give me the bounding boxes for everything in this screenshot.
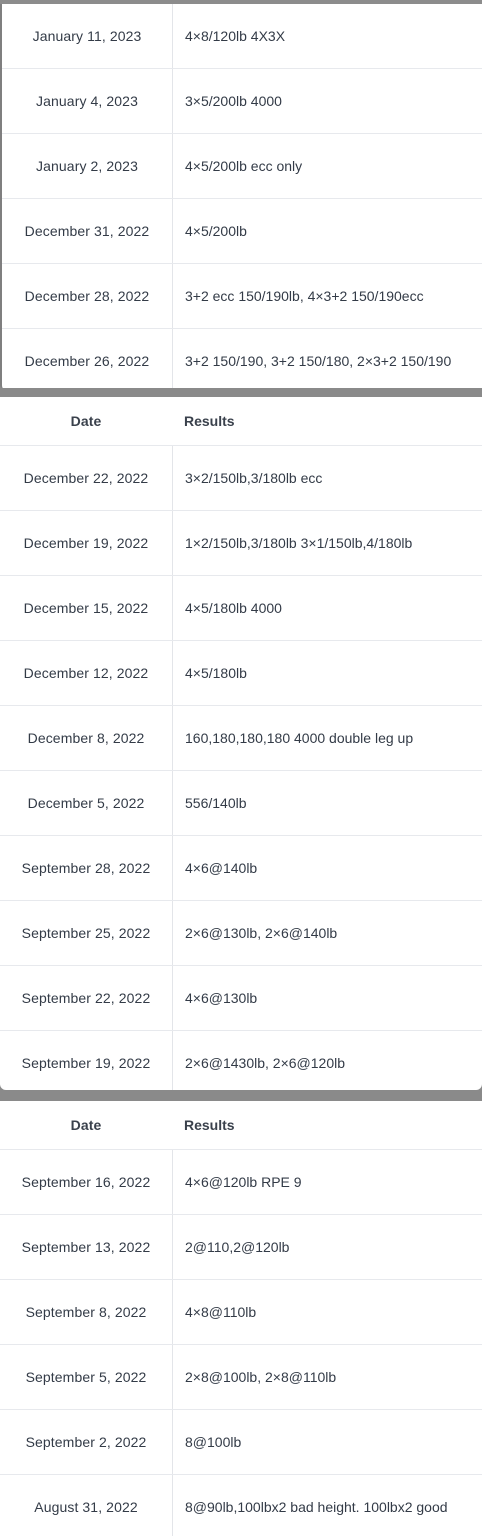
result-cell: 2×6@1430lb, 2×6@120lb (185, 1055, 345, 1071)
table-row: January 11, 2023 4×8/120lb 4X3X (2, 4, 482, 69)
table-header-row: Date Results (0, 397, 482, 446)
table-row: September 22, 2022 4×6@130lb (0, 966, 482, 1031)
date-cell: September 22, 2022 (0, 966, 173, 1030)
date-cell: December 19, 2022 (0, 511, 173, 575)
date-cell: December 15, 2022 (0, 576, 173, 640)
date-cell: December 31, 2022 (2, 199, 173, 263)
table-row: December 26, 2022 3+2 150/190, 3+2 150/1… (2, 329, 482, 388)
table-row: December 19, 2022 1×2/150lb,3/180lb 3×1/… (0, 511, 482, 576)
date-cell: December 12, 2022 (0, 641, 173, 705)
table-row: September 25, 2022 2×6@130lb, 2×6@140lb (0, 901, 482, 966)
result-cell: 4×8/120lb 4X3X (185, 28, 286, 44)
result-cell: 2×6@130lb, 2×6@140lb (185, 925, 338, 941)
results-column-header[interactable]: Results (172, 1101, 482, 1149)
table-header-row: Date Results (0, 1101, 482, 1150)
table-row: September 19, 2022 2×6@1430lb, 2×6@120lb (0, 1031, 482, 1090)
date-cell: September 25, 2022 (0, 901, 173, 965)
result-cell: 4×6@140lb (185, 860, 258, 876)
date-cell: January 2, 2023 (2, 134, 173, 198)
date-cell: September 13, 2022 (0, 1215, 173, 1279)
table-row: January 2, 2023 4×5/200lb ecc only (2, 134, 482, 199)
table-row: December 5, 2022 556/140lb (0, 771, 482, 836)
result-cell: 3+2 150/190, 3+2 150/180, 2×3+2 150/190 (185, 353, 452, 369)
date-cell: January 11, 2023 (2, 4, 173, 68)
result-cell: 8@100lb (185, 1434, 242, 1450)
table-row: September 28, 2022 4×6@140lb (0, 836, 482, 901)
results-table-2: Date Results December 22, 2022 3×2/150lb… (0, 397, 482, 1090)
table-row: September 5, 2022 2×8@100lb, 2×8@110lb (0, 1345, 482, 1410)
date-cell: August 31, 2022 (0, 1475, 173, 1536)
result-cell: 3×5/200lb 4000 (185, 93, 282, 109)
table-row: August 31, 2022 8@90lb,100lbx2 bad heigh… (0, 1475, 482, 1536)
table-row: December 22, 2022 3×2/150lb,3/180lb ecc (0, 446, 482, 511)
result-cell: 4×5/180lb 4000 (185, 600, 282, 616)
table-row: September 8, 2022 4×8@110lb (0, 1280, 482, 1345)
table-row: September 16, 2022 4×6@120lb RPE 9 (0, 1150, 482, 1215)
result-cell: 556/140lb (185, 795, 247, 811)
date-cell: September 2, 2022 (0, 1410, 173, 1474)
date-cell: December 5, 2022 (0, 771, 173, 835)
date-cell: September 16, 2022 (0, 1150, 173, 1214)
date-column-header[interactable]: Date (0, 1101, 172, 1149)
table-row: September 2, 2022 8@100lb (0, 1410, 482, 1475)
date-cell: December 26, 2022 (2, 329, 173, 388)
result-cell: 3+2 ecc 150/190lb, 4×3+2 150/190ecc (185, 288, 424, 304)
result-cell: 1×2/150lb,3/180lb 3×1/150lb,4/180lb (185, 535, 413, 551)
table-row: January 4, 2023 3×5/200lb 4000 (2, 69, 482, 134)
result-cell: 3×2/150lb,3/180lb ecc (185, 470, 323, 486)
table-row: September 13, 2022 2@110,2@120lb (0, 1215, 482, 1280)
results-table-3: Date Results September 16, 2022 4×6@120l… (0, 1101, 482, 1536)
date-cell: September 19, 2022 (0, 1031, 173, 1090)
date-cell: September 28, 2022 (0, 836, 173, 900)
result-cell: 4×8@110lb (185, 1304, 257, 1320)
result-cell: 2@110,2@120lb (185, 1239, 290, 1255)
table-row: December 28, 2022 3+2 ecc 150/190lb, 4×3… (2, 264, 482, 329)
result-cell: 4×6@120lb RPE 9 (185, 1174, 302, 1190)
date-cell: September 5, 2022 (0, 1345, 173, 1409)
result-cell: 4×6@130lb (185, 990, 258, 1006)
result-cell: 2×8@100lb, 2×8@110lb (185, 1369, 337, 1385)
date-column-header[interactable]: Date (0, 397, 172, 445)
result-cell: 8@90lb,100lbx2 bad height. 100lbx2 good (185, 1499, 448, 1515)
result-cell: 4×5/180lb (185, 665, 247, 681)
date-cell: December 8, 2022 (0, 706, 173, 770)
results-table-1: January 11, 2023 4×8/120lb 4X3X January … (0, 4, 482, 388)
result-cell: 4×5/200lb ecc only (185, 158, 303, 174)
result-cell: 4×5/200lb (185, 223, 247, 239)
date-cell: December 22, 2022 (0, 446, 173, 510)
date-cell: December 28, 2022 (2, 264, 173, 328)
results-column-header[interactable]: Results (172, 397, 482, 445)
table-row: December 8, 2022 160,180,180,180 4000 do… (0, 706, 482, 771)
table-row: December 15, 2022 4×5/180lb 4000 (0, 576, 482, 641)
table-row: December 12, 2022 4×5/180lb (0, 641, 482, 706)
date-cell: September 8, 2022 (0, 1280, 173, 1344)
table-row: December 31, 2022 4×5/200lb (2, 199, 482, 264)
date-cell: January 4, 2023 (2, 69, 173, 133)
result-cell: 160,180,180,180 4000 double leg up (185, 730, 414, 746)
